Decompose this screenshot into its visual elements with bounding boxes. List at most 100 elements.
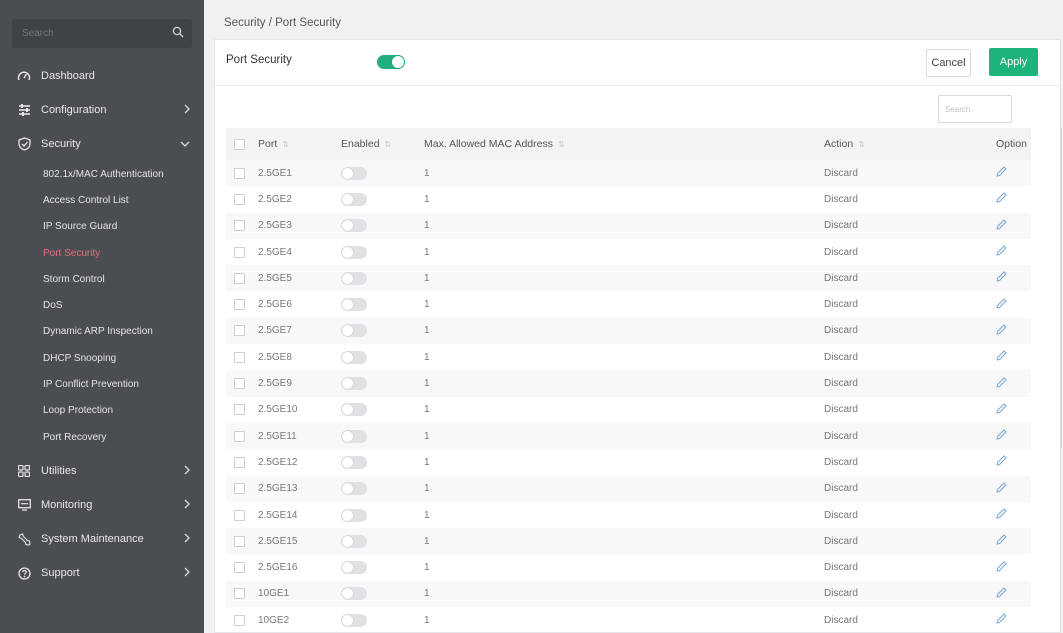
edit-pencil-icon[interactable] [996, 613, 1007, 627]
sidebar-subitem-storm-control[interactable]: Storm Control [0, 266, 204, 292]
enabled-toggle[interactable] [341, 245, 367, 259]
enabled-toggle[interactable] [341, 587, 367, 601]
table-row: 2.5GE9 1 Discard [226, 370, 1031, 397]
max-mac-cell: 1 [424, 430, 430, 442]
enabled-toggle[interactable] [341, 534, 367, 548]
row-checkbox[interactable] [234, 299, 245, 311]
edit-pencil-icon[interactable] [996, 271, 1007, 285]
edit-pencil-icon[interactable] [996, 245, 1007, 259]
enabled-toggle[interactable] [341, 561, 367, 575]
column-header-port[interactable]: Port ⇅ [258, 128, 289, 160]
edit-pencil-icon[interactable] [996, 297, 1007, 312]
row-checkbox[interactable] [234, 167, 245, 179]
enabled-toggle[interactable] [341, 166, 367, 180]
max-mac-cell: 1 [424, 509, 430, 521]
row-checkbox[interactable] [234, 562, 245, 574]
enabled-cell [341, 186, 367, 212]
apply-button[interactable]: Apply [989, 48, 1038, 76]
row-checkbox[interactable] [234, 509, 245, 521]
row-checkbox[interactable] [234, 246, 245, 258]
sidebar-subitem-port-recovery[interactable]: Port Recovery [0, 424, 204, 450]
row-select-cell [234, 239, 245, 265]
column-header-max-mac[interactable]: Max. Allowed MAC Address ⇅ [424, 128, 565, 160]
edit-pencil-icon[interactable] [996, 534, 1007, 548]
row-checkbox[interactable] [234, 378, 245, 390]
enabled-toggle[interactable] [341, 298, 367, 312]
row-checkbox[interactable] [234, 456, 245, 468]
row-checkbox[interactable] [234, 325, 245, 337]
port-cell: 2.5GE1 [258, 167, 292, 179]
edit-pencil-icon[interactable] [996, 481, 1007, 496]
sidebar-item-security[interactable]: Security [0, 127, 204, 161]
row-checkbox[interactable] [234, 193, 245, 205]
edit-pencil-icon[interactable] [996, 455, 1007, 469]
sidebar-subitem-dynamic-arp-inspection[interactable]: Dynamic ARP Inspection [0, 319, 204, 345]
edit-pencil-icon[interactable] [996, 587, 1007, 601]
enabled-toggle[interactable] [341, 377, 367, 391]
row-checkbox[interactable] [234, 535, 245, 547]
enabled-toggle[interactable] [341, 350, 367, 364]
sidebar-item-support[interactable]: Support [0, 556, 204, 590]
edit-pencil-icon[interactable] [996, 350, 1007, 364]
row-checkbox[interactable] [234, 614, 245, 626]
sidebar-subitem-ip-source-guard[interactable]: IP Source Guard [0, 214, 204, 240]
sidebar-item-monitoring[interactable]: Monitoring [0, 488, 204, 522]
enabled-toggle[interactable] [341, 455, 367, 469]
edit-pencil-icon[interactable] [996, 429, 1007, 443]
column-header-enabled[interactable]: Enabled ⇅ [341, 128, 391, 160]
sidebar-search-input[interactable] [12, 19, 162, 48]
row-checkbox[interactable] [234, 404, 245, 416]
option-cell [996, 423, 1007, 449]
sidebar-subitem-ip-conflict-prevention[interactable]: IP Conflict Prevention [0, 371, 204, 397]
sidebar-item-utilities[interactable]: Utilities [0, 454, 204, 488]
chevron-down-icon [180, 138, 190, 150]
row-checkbox[interactable] [234, 351, 245, 363]
enabled-toggle[interactable] [341, 324, 367, 338]
enabled-toggle[interactable] [341, 271, 367, 285]
enabled-toggle[interactable] [341, 508, 367, 522]
cancel-button[interactable]: Cancel [926, 49, 971, 77]
max-mac-cell: 1 [424, 220, 430, 232]
option-cell [996, 528, 1007, 554]
edit-pencil-icon[interactable] [996, 403, 1007, 417]
scrollbar[interactable] [1060, 128, 1062, 448]
edit-pencil-icon[interactable] [996, 166, 1007, 180]
row-checkbox[interactable] [234, 483, 245, 495]
sidebar-subitem-dhcp-snooping[interactable]: DHCP Snooping [0, 345, 204, 371]
search-icon[interactable] [172, 26, 184, 41]
sidebar-item-system-maintenance[interactable]: System Maintenance [0, 522, 204, 556]
row-checkbox[interactable] [234, 272, 245, 284]
sidebar-subitem-port-security[interactable]: Port Security [0, 240, 204, 266]
enabled-toggle[interactable] [341, 482, 367, 496]
select-all-checkbox[interactable] [234, 138, 245, 150]
sidebar-item-configuration[interactable]: Configuration [0, 93, 204, 127]
edit-pencil-icon[interactable] [996, 324, 1007, 338]
enabled-toggle[interactable] [341, 219, 367, 233]
edit-pencil-icon[interactable] [996, 192, 1007, 206]
row-checkbox[interactable] [234, 430, 245, 442]
edit-pencil-icon[interactable] [996, 219, 1007, 233]
edit-pencil-icon[interactable] [996, 508, 1007, 522]
row-checkbox[interactable] [234, 588, 245, 600]
sidebar-subitem-loop-protection[interactable]: Loop Protection [0, 398, 204, 424]
port-security-toggle[interactable] [377, 55, 405, 69]
table-row: 2.5GE15 1 Discard [226, 528, 1031, 555]
action-cell: Discard [824, 430, 858, 442]
edit-pencil-icon[interactable] [996, 376, 1007, 391]
sidebar-subitem-dos[interactable]: DoS [0, 292, 204, 318]
enabled-toggle[interactable] [341, 403, 367, 417]
enabled-toggle[interactable] [341, 613, 367, 627]
table-search-input[interactable] [938, 95, 1012, 123]
sidebar-subitem-access-control-list[interactable]: Access Control List [0, 187, 204, 213]
column-header-action[interactable]: Action ⇅ [824, 128, 865, 160]
sidebar-subitem-8021x-mac-auth[interactable]: 802.1x/MAC Authentication [0, 161, 204, 187]
sidebar-item-dashboard[interactable]: Dashboard [0, 59, 204, 93]
row-checkbox[interactable] [234, 220, 245, 232]
sidebar-item-label: Configuration [41, 104, 107, 116]
edit-pencil-icon[interactable] [996, 560, 1007, 575]
enabled-toggle[interactable] [341, 192, 367, 206]
enabled-cell [341, 160, 367, 186]
sort-icon: ⇅ [557, 139, 565, 149]
enabled-cell [341, 291, 367, 317]
enabled-toggle[interactable] [341, 429, 367, 443]
